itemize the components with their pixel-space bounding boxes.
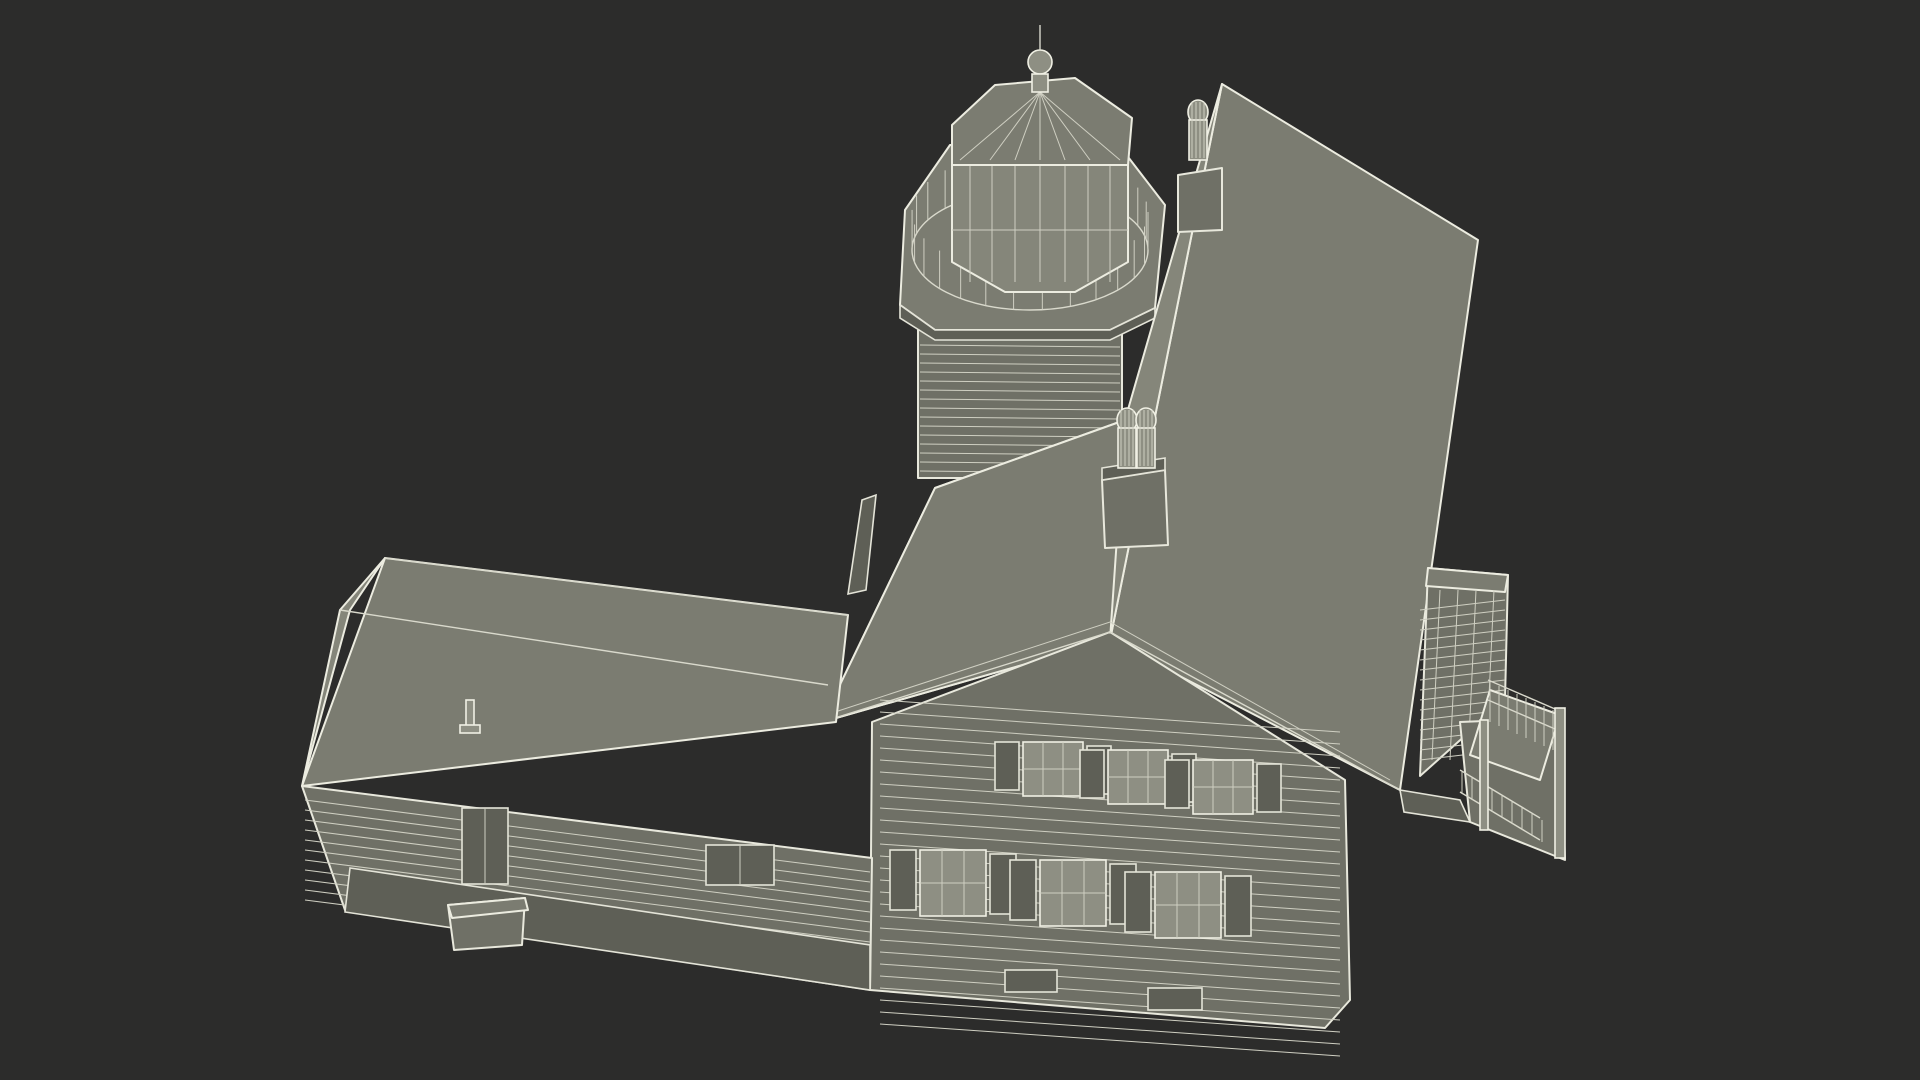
wing-door bbox=[461, 807, 509, 885]
chimney-pots-front bbox=[1116, 407, 1157, 469]
entry-step bbox=[447, 897, 529, 951]
basement-vent-right bbox=[1147, 987, 1203, 1011]
lighthouse-model bbox=[301, 25, 1566, 1057]
chimney-pots-back bbox=[1187, 99, 1209, 161]
basement-vent-left bbox=[1004, 969, 1058, 993]
side-wing bbox=[301, 557, 873, 991]
wing-window bbox=[705, 844, 775, 886]
render-viewport bbox=[301, 25, 1566, 1057]
ventilator-ball bbox=[1027, 49, 1053, 75]
